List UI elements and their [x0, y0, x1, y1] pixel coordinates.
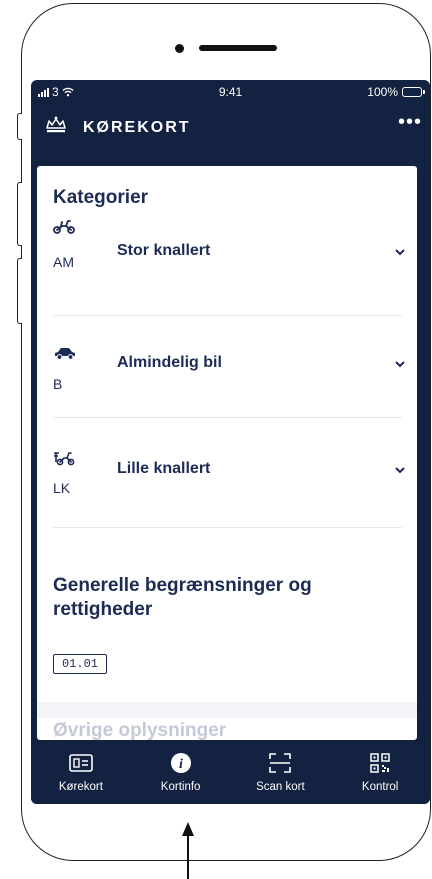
category-label: Lille knallert [117, 460, 211, 477]
volume-down-button [17, 258, 22, 324]
front-camera [175, 44, 184, 53]
category-row-lk[interactable]: LK Lille knallert [53, 418, 417, 528]
content-card: Kategorier AM Stor knallert B Almindelig… [37, 166, 417, 740]
tab-scan-kort[interactable]: Scan kort [231, 740, 331, 804]
chevron-down-icon [395, 249, 405, 256]
tab-label: Kortinfo [160, 781, 201, 793]
pointer-arrow-icon [182, 822, 194, 879]
license-card-icon [69, 752, 93, 774]
more-menu-icon[interactable]: ••• [398, 111, 422, 134]
battery-percent: 100% [367, 85, 398, 99]
status-bar: 3 9:41 100% [31, 80, 430, 102]
category-code: B [53, 376, 63, 392]
section-title-restrictions: Generelle begrænsninger og rettigheder [53, 575, 312, 620]
small-moped-icon [54, 452, 75, 466]
section-title-other: Øvrige oplysninger [53, 720, 227, 740]
category-code: LK [53, 480, 71, 496]
volume-up-button [17, 182, 22, 246]
tab-kontrol[interactable]: Kontrol [330, 740, 430, 804]
battery-icon [402, 87, 425, 97]
tab-label: Kørekort [58, 781, 103, 793]
category-label: Stor knallert [117, 242, 211, 259]
car-icon [55, 348, 75, 360]
chevron-down-icon [395, 361, 405, 368]
qr-code-icon [368, 752, 392, 774]
scan-icon [268, 752, 292, 774]
tab-label: Scan kort [256, 781, 305, 793]
chevron-down-icon [395, 467, 405, 474]
tab-korekort[interactable]: Kørekort [31, 740, 131, 804]
category-row-b[interactable]: B Almindelig bil [53, 316, 417, 418]
info-icon: i [169, 752, 193, 774]
app-title: KØREKORT [83, 119, 191, 136]
category-code: AM [53, 254, 74, 270]
mute-switch [17, 113, 22, 140]
tab-label: Kontrol [361, 781, 399, 793]
earpiece-speaker [199, 45, 277, 51]
bottom-nav: Kørekort i Kortinfo Scan kort Kontrol [31, 740, 430, 804]
restriction-code-badge: 01.01 [53, 654, 107, 674]
category-row-am[interactable]: AM Stor knallert [53, 214, 417, 316]
tab-kortinfo[interactable]: i Kortinfo [131, 740, 231, 804]
moped-icon [53, 220, 75, 234]
section-title-categories: Kategorier [53, 187, 149, 208]
section-divider [37, 702, 417, 718]
svg-text:i: i [179, 757, 183, 772]
app-screen: 3 9:41 100% KØREKORT ••• Kategorier AM S… [31, 80, 430, 804]
category-label: Almindelig bil [117, 354, 222, 371]
app-header: KØREKORT ••• [31, 106, 430, 150]
crown-logo-icon [46, 116, 66, 133]
